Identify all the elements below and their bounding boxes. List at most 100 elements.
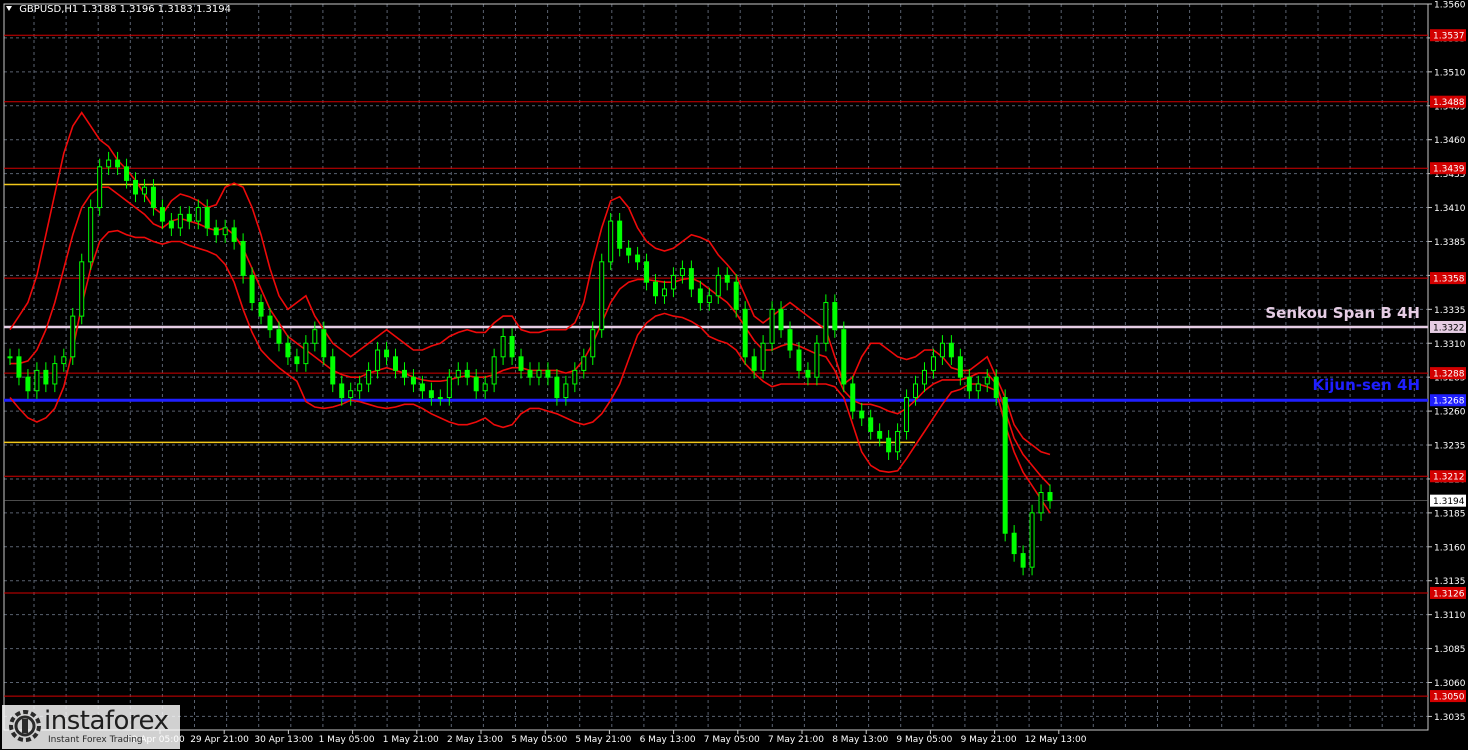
candle-body [204,207,210,229]
ohlc-values: 1.3188 1.3196 1.3183 1.3194 [81,4,231,15]
candle-body [106,159,112,168]
x-tick-label: 2 May 13:00 [447,735,503,745]
candle-body [25,376,31,392]
y-tick-label: 1.3560 [1434,1,1466,11]
candle-body [357,383,363,392]
candle-body [249,274,255,304]
candle-body [195,207,201,222]
x-tick-label: 1 May 21:00 [383,735,439,745]
candle-body [850,383,856,412]
candle-body [904,397,910,432]
candle-body [930,356,936,371]
candle-body [88,207,94,263]
candle-body [446,376,452,399]
x-tick-label: 30 Apr 13:00 [254,735,313,745]
candle-body [760,342,766,371]
kijun-tag-text: 1.3268 [1433,397,1465,407]
candle-body [70,315,76,358]
candle-body [608,220,614,263]
y-tick-label: 1.3385 [1434,238,1466,248]
candle-body [832,302,838,331]
y-tick-label: 1.3460 [1434,136,1466,146]
horizontal-levels [4,34,1428,697]
candle-body [348,390,354,399]
y-tick-label: 1.3110 [1434,611,1466,621]
candle-body [464,369,470,378]
senkou-tag-text: 1.3322 [1433,323,1465,333]
candle-body [536,369,542,378]
candle-body [644,261,650,283]
candle-body [159,207,165,222]
chart-frame [3,3,1429,731]
candle-body [115,159,121,168]
candle-body [312,329,318,344]
candle-body [886,437,892,453]
y-tick-label: 1.3510 [1434,68,1466,78]
candle-body [554,376,560,399]
level-tag-text: 1.3439 [1433,165,1465,175]
candle-body [186,213,192,222]
candle-body [473,376,479,392]
candle-body [61,356,67,365]
current-price-text: 1.3194 [1433,497,1465,507]
candle-body [742,308,748,358]
grid [4,3,1428,730]
candle-body [697,288,703,304]
kijun-sen-caption: Kijun-sen 4H [1313,376,1420,394]
candle-body [303,342,309,365]
chart-header[interactable]: GBPUSD,H1 1.3188 1.3196 1.3183 1.3194 [6,4,231,15]
candle-body [751,356,757,371]
candle-body [581,356,587,371]
candle-body [877,430,883,439]
candle-body [661,288,667,297]
instaforex-gear-icon [9,710,41,742]
candle-body [1002,397,1008,534]
x-tick-label: 5 May 21:00 [575,735,631,745]
candle-body [590,329,596,358]
candle-body [841,329,847,385]
candles [7,151,1053,576]
x-tick-label: 9 May 05:00 [896,735,952,745]
candle-body [401,369,407,378]
candle-body [724,274,730,283]
y-tick-label: 1.3310 [1434,340,1466,350]
y-tick-label: 1.3085 [1434,645,1466,655]
x-tick-label: 29 Apr 21:00 [190,735,249,745]
indicator-lines [9,111,1051,514]
level-labels: 1.3537 1.3488 1.3439 1.3358 1.3288 1.3212 1.31… [1265,29,1466,703]
candle-body [267,315,273,331]
x-tick-label: 5 May 05:00 [511,735,567,745]
candle-body [913,383,919,399]
level-tag-text: 1.3537 [1433,32,1465,42]
bollinger-upper-line [9,111,1051,456]
candle-body [868,417,874,432]
candle-body [563,383,569,399]
candle-body [733,281,739,310]
symbol-timeframe: GBPUSD,H1 [19,4,79,15]
candle-body [240,240,246,276]
candle-body [410,376,416,385]
candle-body [258,302,264,317]
candle-body [895,430,901,453]
candle-body [653,281,659,297]
candle-body [124,166,130,181]
candle-body [966,376,972,392]
watermark-logo: instaforex Instant Forex Trading [2,705,180,749]
price-chart[interactable]: 1.35601.35351.35101.34851.34601.34351.34… [0,0,1468,750]
candle-body [706,295,712,304]
candle-body [168,220,174,229]
bollinger-middle-line [10,186,1051,487]
candle-body [957,356,963,378]
candle-body [97,166,103,209]
x-tick-label: 9 May 21:00 [961,735,1017,745]
candle-body [222,227,228,236]
dropdown-triangle-icon[interactable] [6,6,12,11]
candle-body [975,383,981,392]
candle-body [796,349,802,371]
candle-body [1020,553,1026,568]
candle-body [7,356,13,359]
level-tag-text: 1.3358 [1433,275,1465,285]
candle-body [805,369,811,378]
candle-body [52,363,58,385]
y-tick-label: 1.3260 [1434,408,1466,418]
